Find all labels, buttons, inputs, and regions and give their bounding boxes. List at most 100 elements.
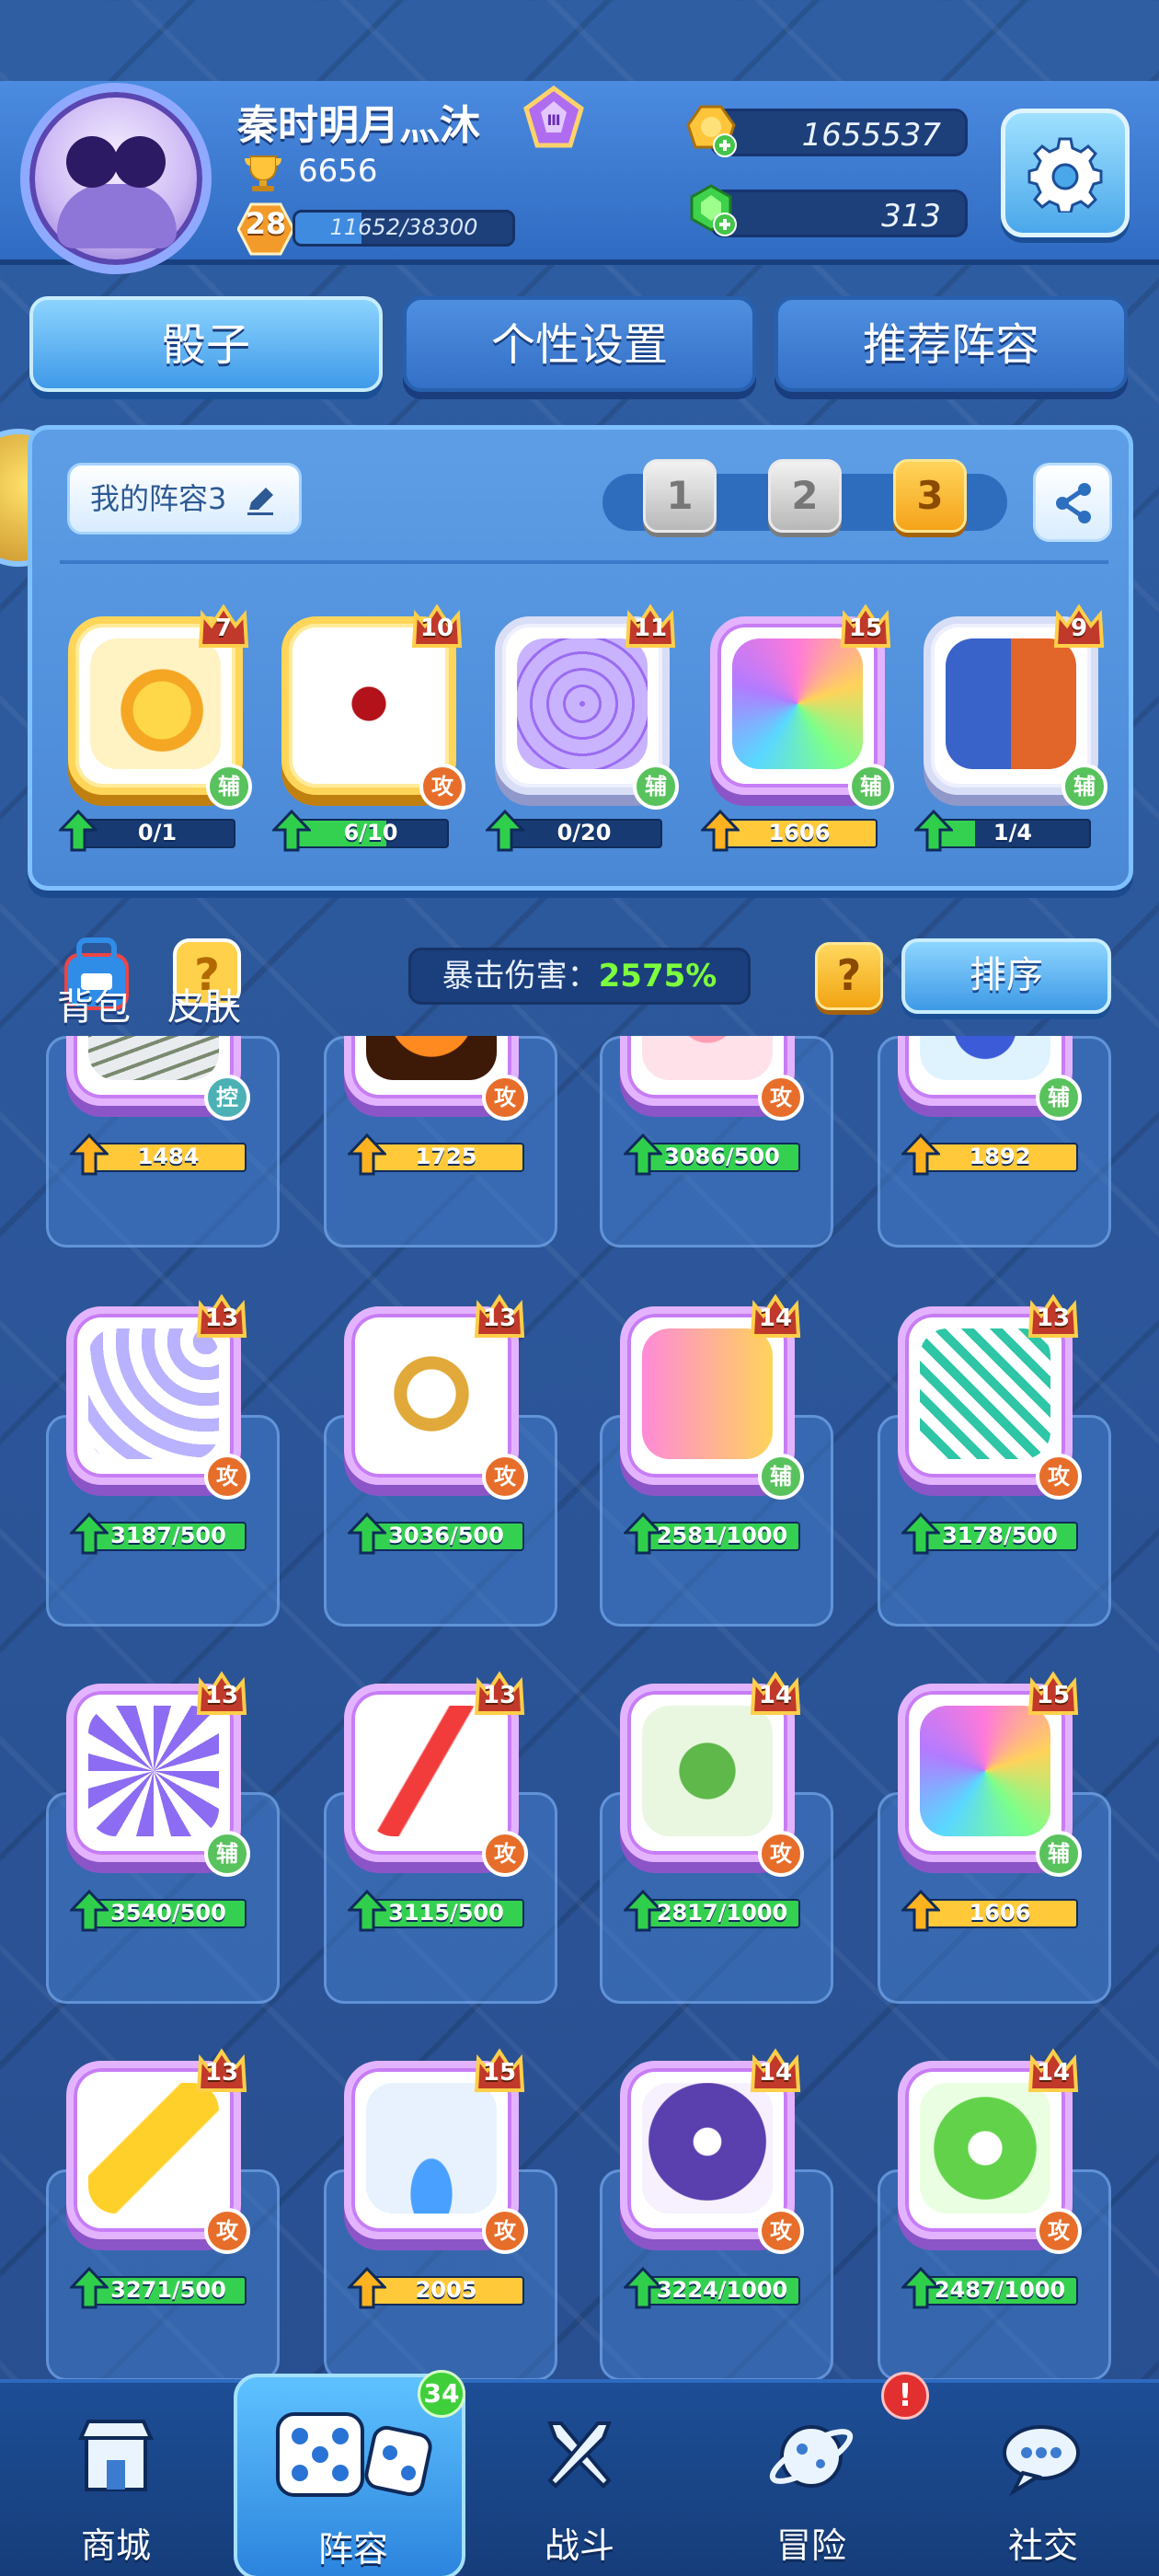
gem-balance[interactable]: 313 (710, 190, 968, 237)
trophy-count: 6656 (298, 153, 378, 190)
upgrade-progress: 1484 (70, 1133, 250, 1176)
flame-swirl-dice-icon (642, 1036, 773, 1080)
upgrade-progress: 1725 (348, 1133, 528, 1176)
upgrade-progress-text: 1606 (969, 1900, 1031, 1926)
nav-shop[interactable]: 商城 (0, 2383, 232, 2576)
collection-dice-card[interactable]: 15 辅 (889, 1671, 1082, 1877)
collection-dice-card[interactable]: 14 辅 (611, 1294, 804, 1500)
dice-level-text: 9 (1070, 615, 1088, 642)
dice-role-badge: 辅 (1036, 1075, 1082, 1121)
dice-level-badge: 13 (193, 1292, 250, 1349)
collection-dice-card[interactable]: 14 攻 (611, 2048, 804, 2254)
tab-personalization[interactable]: 个性设置 (403, 296, 756, 392)
skin-label[interactable]: 皮肤 (167, 977, 241, 1030)
chat-icon (1003, 2425, 1080, 2497)
dice-level-text: 7 (214, 615, 233, 642)
upgrade-progress-text: 3036/500 (388, 1523, 504, 1548)
upgrade-progress: 3115/500 (348, 1890, 528, 1932)
upgrade-progress-text: 2487/1000 (934, 2277, 1066, 2303)
backpack-label[interactable]: 背包 (57, 977, 131, 1030)
deck-slot-3[interactable]: 3 (893, 459, 967, 533)
collection-dice-card[interactable]: 13 攻 (335, 1671, 528, 1877)
deck-dice-card[interactable]: 11 辅 (486, 602, 679, 810)
dice-level-badge: 15 (471, 2046, 528, 2103)
tab-recommended-decks[interactable]: 推荐阵容 (775, 296, 1128, 392)
deck-dice-card[interactable]: 7辅 (59, 604, 252, 810)
dice-level-badge: 9 (1050, 602, 1107, 659)
upgrade-progress-text: 3224/1000 (656, 2277, 788, 2303)
dice-level-text: 13 (204, 1682, 239, 1709)
collection-dice-card[interactable]: 13 攻 (889, 1294, 1082, 1500)
deck-slot-2[interactable]: 2 (768, 459, 842, 533)
fire-dice-icon (366, 1036, 497, 1080)
collection-dice-card[interactable]: 攻 (335, 1036, 528, 1121)
dice-level-text: 14 (1036, 2059, 1071, 2087)
dice-level-badge: 13 (193, 2046, 250, 2103)
upgrade-progress-text: 3178/500 (942, 1523, 1058, 1548)
dice-role-badge: 辅 (1036, 1831, 1082, 1877)
upgrade-progress: 2581/1000 (624, 1512, 804, 1555)
nav-social[interactable]: 社交 (927, 2383, 1159, 2576)
deck-dice-card[interactable]: 10 攻 (272, 604, 465, 810)
player-level: 28 (245, 206, 287, 241)
shop-icon (77, 2420, 155, 2491)
dice-level-badge: 15 (837, 602, 894, 659)
dice-icon (276, 2412, 432, 2497)
dice-level-text: 13 (204, 1305, 239, 1332)
upgrade-progress: 3187/500 (70, 1512, 250, 1555)
collection-dice-card[interactable]: 13 攻 (335, 1292, 528, 1500)
dice-collection-grid[interactable]: 控 1484 攻 1725 攻 3086/500 辅 1892 13 攻 3187/500 13 攻 30… (0, 1036, 1159, 2379)
crit-damage-label: 暴击伤害： (442, 958, 599, 995)
dice-role-badge: 攻 (204, 1454, 250, 1500)
dice-level-text: 14 (758, 1682, 793, 1709)
collection-dice-card[interactable]: 控 (57, 1036, 250, 1121)
nav-deck-badge: 34 (418, 2370, 465, 2418)
collection-dice-card[interactable]: 13 攻 (57, 2048, 250, 2254)
collection-dice-card[interactable]: 15 攻 (335, 2048, 528, 2254)
dice-level-badge: 13 (471, 1292, 528, 1349)
help-button[interactable]: ? (815, 942, 883, 1010)
dice-level-badge: 11 (622, 602, 679, 659)
nav-deck[interactable]: 阵容 34 (234, 2370, 465, 2576)
dice-role-badge: 辅 (633, 764, 679, 810)
upgrade-progress: 2817/1000 (624, 1890, 804, 1932)
dice-role-badge: 控 (204, 1075, 250, 1121)
nav-adventure-label: 冒险 (775, 2525, 846, 2566)
avatar[interactable] (20, 83, 212, 274)
dice-role-badge: 攻 (204, 2208, 250, 2254)
dice-level-badge: 14 (747, 1669, 804, 1726)
rank-badge-icon[interactable]: Ⅲ (521, 85, 587, 149)
gold-coin-plus-icon[interactable] (683, 103, 740, 160)
gold-balance[interactable]: 1655537 (710, 109, 968, 156)
collection-dice-card[interactable]: 13 攻 (57, 1292, 250, 1500)
share-button[interactable] (1033, 463, 1112, 542)
collection-dice-card[interactable]: 13 辅 (57, 1671, 250, 1877)
upgrade-progress: 2005 (348, 2267, 528, 2309)
svg-text:Ⅲ: Ⅲ (546, 111, 560, 129)
collection-dice-card[interactable]: 攻 (611, 1036, 804, 1121)
upgrade-progress-text: 2581/1000 (656, 1523, 788, 1548)
sort-button[interactable]: 排序 (901, 938, 1111, 1014)
upgrade-progress-text: 1484 (137, 1144, 200, 1169)
deck-dice-card[interactable]: 15 辅 (701, 602, 894, 810)
upgrade-progress: 1606 (701, 810, 881, 852)
dice-role-badge: 辅 (206, 764, 252, 810)
gold-value: 1655537 (801, 117, 941, 154)
trophy-icon (245, 155, 281, 191)
nav-battle[interactable]: 战斗 (464, 2383, 695, 2576)
deck-dice-card[interactable]: 9辅 (914, 602, 1107, 810)
gem-value: 313 (881, 198, 941, 235)
collection-dice-card[interactable]: 14 攻 (889, 2048, 1082, 2254)
dice-level-badge: 14 (1025, 2046, 1082, 2103)
gem-plus-icon[interactable] (683, 182, 740, 239)
tab-dice[interactable]: 骰子 (29, 296, 383, 392)
deck-name-button[interactable]: 我的阵容3 (67, 463, 302, 535)
deck-name-label: 我的阵容3 (90, 481, 227, 516)
planet-icon (769, 2425, 854, 2488)
settings-button[interactable] (1001, 109, 1130, 237)
upgrade-progress-text: 3271/500 (110, 2277, 226, 2303)
collection-dice-card[interactable]: 14 攻 (611, 1671, 804, 1877)
collection-dice-card[interactable]: 辅 (889, 1036, 1082, 1121)
deck-slot-1[interactable]: 1 (643, 459, 717, 533)
dice-role-badge: 攻 (482, 1831, 528, 1877)
